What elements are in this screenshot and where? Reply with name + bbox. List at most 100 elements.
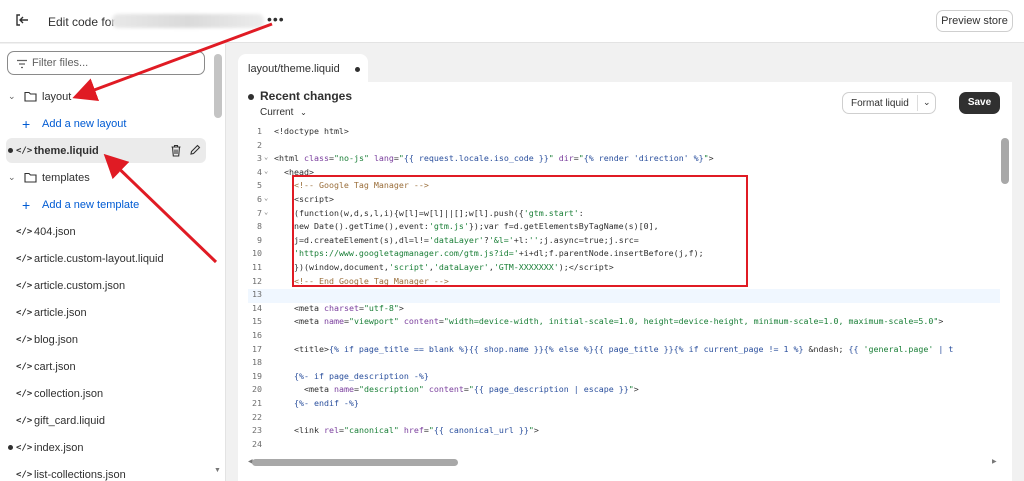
modified-dot-icon bbox=[8, 445, 13, 450]
line-number: 21 bbox=[252, 398, 262, 408]
scroll-down-icon[interactable]: ▼ bbox=[214, 467, 221, 474]
code-line[interactable]: 14 <meta charset="utf-8"> bbox=[248, 303, 1000, 317]
fold-chevron-icon[interactable]: ⌄ bbox=[264, 153, 268, 161]
code-text: {%- if page_description -%} bbox=[293, 370, 429, 381]
horizontal-scroll-thumb[interactable] bbox=[252, 459, 458, 466]
chevron-down-icon[interactable]: ⌄ bbox=[923, 97, 931, 108]
file-label: cart.json bbox=[34, 360, 76, 373]
code-file-icon: </> bbox=[16, 388, 33, 399]
file-label: theme.liquid bbox=[34, 144, 99, 157]
line-number: 5 bbox=[257, 180, 262, 191]
code-file-icon: </> bbox=[16, 226, 33, 237]
tab-theme-liquid[interactable]: layout/theme.liquid bbox=[238, 54, 368, 82]
trash-icon[interactable] bbox=[170, 144, 182, 157]
file-label: gift_card.liquid bbox=[34, 414, 105, 427]
line-number: 18 bbox=[252, 357, 262, 368]
preview-store-button[interactable]: Preview store bbox=[936, 10, 1013, 32]
editor-vertical-scrollbar[interactable] bbox=[1001, 138, 1009, 184]
plus-icon: + bbox=[22, 115, 31, 132]
code-text: <link rel="canonical" href="{{ canonical… bbox=[293, 425, 539, 436]
code-file-icon: </> bbox=[16, 361, 33, 372]
code-file-icon: </> bbox=[16, 253, 33, 264]
file-label: blog.json bbox=[34, 333, 79, 346]
fold-chevron-icon[interactable]: ⌄ bbox=[264, 194, 268, 202]
fold-chevron-icon[interactable]: ⌄ bbox=[264, 167, 268, 175]
file-404-json[interactable]: </> 404.json bbox=[6, 219, 206, 244]
file-label: article.custom-layout.liquid bbox=[34, 252, 164, 265]
line-number: 11 bbox=[252, 262, 262, 272]
folder-templates[interactable]: ⌄ templates bbox=[6, 165, 206, 190]
file-index-json[interactable]: </> index.json bbox=[6, 435, 206, 460]
chevron-down-icon[interactable]: ⌄ bbox=[8, 172, 20, 183]
sidebar-scrollbar[interactable] bbox=[214, 54, 222, 118]
line-number: 17 bbox=[252, 343, 262, 354]
code-line[interactable]: 21 {%- endif -%} bbox=[248, 398, 1000, 412]
code-panel: Recent changes Current ⌄ Format liquid ⌄… bbox=[238, 82, 1012, 481]
file-label: 404.json bbox=[34, 225, 76, 238]
line-number: 8 bbox=[257, 221, 262, 232]
code-line[interactable]: 23 <link rel="canonical" href="{{ canoni… bbox=[248, 425, 1000, 439]
modified-dot-icon bbox=[8, 148, 13, 153]
unsaved-dot-icon bbox=[354, 66, 360, 72]
code-line[interactable]: 3 ⌄ <html class="no-js" lang="{{ request.l… bbox=[248, 153, 1000, 167]
file-label: article.json bbox=[34, 306, 87, 319]
add-link-label: Add a new template bbox=[42, 198, 140, 211]
editor-horizontal-scrollbar[interactable]: ◀ ▶ bbox=[248, 457, 1000, 467]
file-cart-json[interactable]: </> cart.json bbox=[6, 354, 206, 379]
add-link-add-a-new-layout[interactable]: + Add a new layout bbox=[6, 111, 206, 136]
filter-placeholder: Filter files... bbox=[32, 57, 89, 69]
version-select[interactable]: Current ⌄ bbox=[260, 107, 307, 118]
file-theme-liquid[interactable]: </> theme.liquid bbox=[6, 138, 206, 163]
line-number: 4 bbox=[257, 166, 262, 177]
code-line[interactable]: 1 <!doctype html> bbox=[248, 126, 1000, 140]
editor-area: layout/theme.liquid Recent changes Curre… bbox=[236, 44, 1024, 481]
file-article-json[interactable]: </> article.json bbox=[6, 300, 206, 325]
recent-changes-label: Recent changes bbox=[260, 89, 353, 103]
exit-icon[interactable] bbox=[14, 12, 30, 28]
code-line[interactable]: 13 bbox=[248, 289, 1000, 303]
line-number: 16 bbox=[252, 330, 262, 340]
file-article-custom-json[interactable]: </> article.custom.json bbox=[6, 273, 206, 298]
code-file-icon: </> bbox=[16, 280, 33, 291]
format-liquid-button[interactable]: Format liquid ⌄ bbox=[842, 92, 936, 114]
code-line[interactable]: 15 <meta name="viewport" content="width=… bbox=[248, 316, 1000, 330]
code-file-icon: </> bbox=[16, 442, 33, 453]
code-text: <meta name="description" content="{{ pag… bbox=[303, 384, 639, 395]
file-collection-json[interactable]: </> collection.json bbox=[6, 381, 206, 406]
code-line[interactable]: 18 bbox=[248, 357, 1000, 371]
more-actions-icon[interactable]: ••• bbox=[267, 11, 285, 27]
tab-label: layout/theme.liquid bbox=[248, 63, 340, 75]
line-number: 3 bbox=[257, 153, 262, 164]
file-article-custom-layout-liquid[interactable]: </> article.custom-layout.liquid bbox=[6, 246, 206, 271]
code-line[interactable]: 24 bbox=[248, 439, 1000, 453]
scroll-right-icon[interactable]: ▶ bbox=[992, 458, 997, 465]
plus-icon: + bbox=[22, 196, 31, 213]
code-line[interactable]: 20 <meta name="description" content="{{ … bbox=[248, 384, 1000, 398]
code-file-icon: </> bbox=[16, 145, 33, 156]
line-number: 23 bbox=[252, 425, 262, 436]
save-button[interactable]: Save bbox=[959, 92, 1000, 114]
filter-files-input[interactable]: Filter files... bbox=[7, 51, 205, 75]
pencil-icon[interactable] bbox=[189, 144, 201, 156]
file-gift-card-liquid[interactable]: </> gift_card.liquid bbox=[6, 408, 206, 433]
chevron-down-icon[interactable]: ⌄ bbox=[8, 91, 20, 102]
folder-icon bbox=[24, 172, 38, 183]
code-file-icon: </> bbox=[16, 469, 33, 480]
code-line[interactable]: 17 <title>{% if page_title == blank %}{{… bbox=[248, 344, 1000, 358]
file-list-collections-json[interactable]: </> list-collections.json bbox=[6, 462, 206, 481]
folder-layout[interactable]: ⌄ layout bbox=[6, 84, 206, 109]
code-line[interactable]: 19 {%- if page_description -%} bbox=[248, 371, 1000, 385]
file-label: index.json bbox=[34, 441, 84, 454]
code-line[interactable]: 16 bbox=[248, 330, 1000, 344]
recent-changes-toggle[interactable]: Recent changes bbox=[248, 89, 352, 103]
top-bar: Edit code for ••• Preview store bbox=[0, 0, 1024, 43]
code-line[interactable]: 2 bbox=[248, 140, 1000, 154]
file-blog-json[interactable]: </> blog.json bbox=[6, 327, 206, 352]
fold-chevron-icon[interactable]: ⌄ bbox=[264, 208, 268, 216]
add-link-add-a-new-template[interactable]: + Add a new template bbox=[6, 192, 206, 217]
folder-icon bbox=[24, 91, 38, 102]
changes-dot-icon bbox=[248, 93, 254, 100]
folder-label: templates bbox=[42, 171, 90, 184]
code-line[interactable]: 22 bbox=[248, 412, 1000, 426]
line-number: 1 bbox=[257, 126, 262, 136]
